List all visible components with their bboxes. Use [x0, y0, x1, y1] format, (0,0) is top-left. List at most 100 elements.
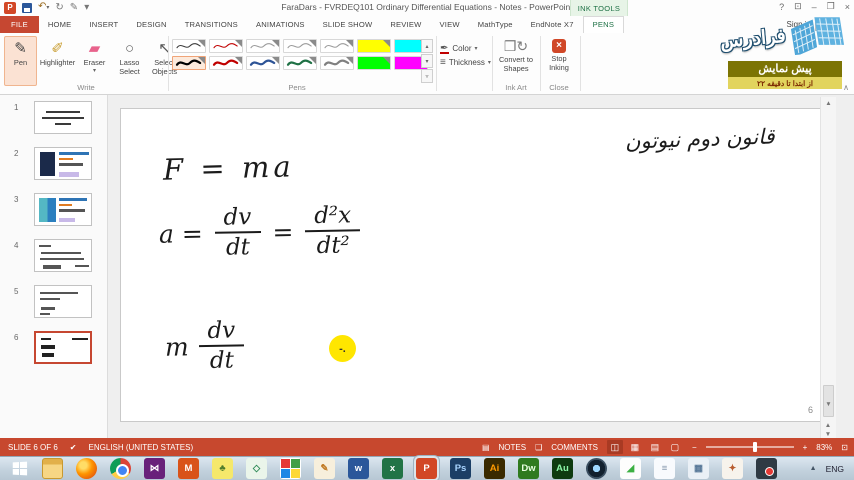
- tab-file[interactable]: FILE: [0, 16, 39, 33]
- ribbon-display-options-button[interactable]: ⊡: [794, 1, 802, 12]
- tab-view[interactable]: VIEW: [431, 16, 469, 33]
- notepad-icon[interactable]: ≡: [654, 458, 675, 479]
- tab-design[interactable]: DESIGN: [127, 16, 175, 33]
- language-indicator[interactable]: ENG: [826, 464, 844, 474]
- vertical-scrollbar[interactable]: ▲ ▼ ▲ ▼: [820, 97, 836, 438]
- comments-button[interactable]: COMMENTS: [551, 443, 598, 452]
- screen-recorder-icon[interactable]: [756, 458, 777, 479]
- paint-icon[interactable]: ✦: [722, 458, 743, 479]
- ink-equation-acceleration: a = dv dt = d²x dt²: [159, 202, 361, 261]
- slide-thumbnail-2[interactable]: 2: [0, 141, 107, 187]
- close-button[interactable]: ×: [845, 2, 850, 12]
- fit-slide-button[interactable]: ⊡: [841, 443, 848, 452]
- tab-slide-show[interactable]: SLIDE SHOW: [314, 16, 382, 33]
- tab-insert[interactable]: INSERT: [80, 16, 127, 33]
- language-status[interactable]: ENGLISH (UNITED STATES): [89, 443, 194, 452]
- next-slide-button[interactable]: ▼: [825, 431, 831, 438]
- slideshow-view-button[interactable]: ▢: [667, 440, 683, 454]
- pen-swatch[interactable]: [246, 56, 280, 70]
- gallery-up-button[interactable]: ▴: [421, 39, 433, 53]
- save-icon[interactable]: [22, 2, 32, 13]
- pen-swatch[interactable]: [246, 39, 280, 53]
- collapse-ribbon-icon[interactable]: ∧: [843, 83, 849, 92]
- notes-button[interactable]: NOTES: [499, 443, 527, 452]
- zoom-percent[interactable]: 83%: [816, 443, 832, 452]
- slide-canvas[interactable]: قانون دوم نیوتون F = ma a = dv dt = d²x …: [120, 108, 832, 422]
- show-hidden-icons-button[interactable]: ▲: [810, 465, 817, 472]
- gallery-more-button[interactable]: ▿: [421, 69, 433, 83]
- tab-pens[interactable]: PENS: [582, 16, 625, 33]
- dreamweaver-icon[interactable]: Dw: [518, 458, 539, 479]
- previous-slide-button[interactable]: ▲: [825, 422, 831, 429]
- eraser-button[interactable]: ▰ Eraser ▾: [78, 36, 111, 86]
- help-button[interactable]: ?: [779, 2, 784, 12]
- stop-inking-button[interactable]: × Stop Inking: [542, 37, 576, 89]
- matlab-icon[interactable]: M: [178, 458, 199, 479]
- pen-button[interactable]: ✎ Pen: [4, 36, 37, 86]
- pen-swatch[interactable]: [209, 39, 243, 53]
- spell-check-icon[interactable]: ✔: [70, 443, 77, 452]
- zoom-in-button[interactable]: +: [803, 443, 808, 452]
- pen-swatch[interactable]: [357, 56, 391, 70]
- scroll-up-arrow[interactable]: ▲: [821, 97, 836, 109]
- slide-sorter-view-button[interactable]: ▦: [627, 440, 643, 454]
- normal-view-button[interactable]: ◫: [606, 440, 623, 454]
- lasso-select-label: Lasso Select: [119, 58, 140, 76]
- word-icon[interactable]: w: [348, 458, 369, 479]
- firefox-icon[interactable]: [76, 458, 97, 479]
- gallery-down-button[interactable]: ▾: [421, 54, 433, 68]
- powerpoint-icon[interactable]: P: [416, 458, 437, 479]
- redo-icon[interactable]: ↻: [55, 2, 63, 14]
- calculator-icon[interactable]: ▦: [688, 458, 709, 479]
- zoom-slider[interactable]: [705, 442, 794, 452]
- chrome-icon[interactable]: [110, 458, 131, 479]
- tab-transitions[interactable]: TRANSITIONS: [176, 16, 247, 33]
- slide-thumbnail-1[interactable]: 1: [0, 95, 107, 141]
- minimize-button[interactable]: –: [812, 2, 817, 12]
- start-button[interactable]: [6, 457, 32, 480]
- lasso-select-button[interactable]: ○ Lasso Select: [113, 36, 146, 86]
- tab-animations[interactable]: ANIMATIONS: [247, 16, 314, 33]
- media-player-icon[interactable]: [586, 458, 607, 479]
- pen-swatch[interactable]: [320, 56, 354, 70]
- pen-swatch[interactable]: [320, 39, 354, 53]
- pen-swatch[interactable]: [209, 56, 243, 70]
- slide-thumbnail-6[interactable]: 6: [0, 325, 107, 371]
- tab-endnote-x7[interactable]: EndNote X7: [522, 16, 583, 33]
- photoshop-icon[interactable]: Ps: [450, 458, 471, 479]
- office-suite-icon[interactable]: [280, 458, 301, 479]
- snagit-icon[interactable]: ◢: [620, 458, 641, 479]
- color-dropdown[interactable]: ✒ Color ▾: [440, 41, 491, 55]
- reading-view-button[interactable]: ▤: [647, 440, 663, 454]
- pen-swatch[interactable]: [357, 39, 391, 53]
- tab-review[interactable]: REVIEW: [381, 16, 430, 33]
- slide-thumbnail-3[interactable]: 3: [0, 187, 107, 233]
- pen-swatch[interactable]: [172, 56, 206, 70]
- zoom-slider-handle[interactable]: [753, 442, 758, 452]
- tab-mathtype[interactable]: MathType: [469, 16, 522, 33]
- scroll-down-arrow[interactable]: ▼: [821, 398, 836, 410]
- powerpoint-window: P ↶▾ ↻ ✎ ▾ FaraDars - FVRDEQ101 Ordinary…: [0, 0, 854, 480]
- file-explorer-icon[interactable]: [42, 458, 63, 479]
- slide-thumbnail-4[interactable]: 4: [0, 233, 107, 279]
- thickness-dropdown[interactable]: ≡ Thickness ▾: [440, 55, 491, 69]
- pen-swatch[interactable]: [283, 39, 317, 53]
- pen-swatch[interactable]: [283, 56, 317, 70]
- slide-thumbnail-5[interactable]: 5: [0, 279, 107, 325]
- excel-icon[interactable]: x: [382, 458, 403, 479]
- undo-icon[interactable]: ↶▾: [38, 1, 49, 14]
- restore-button[interactable]: ❐: [827, 1, 835, 12]
- illustrator-icon[interactable]: Ai: [484, 458, 505, 479]
- customize-qat-icon[interactable]: ▾: [84, 2, 89, 14]
- start-inking-icon[interactable]: ✎: [70, 2, 78, 14]
- packet-tracer-icon[interactable]: ◇: [246, 458, 267, 479]
- audition-icon[interactable]: Au: [552, 458, 573, 479]
- highlighter-button[interactable]: ✐ Highlighter: [39, 36, 76, 86]
- zoom-out-button[interactable]: −: [692, 443, 697, 452]
- pen-swatch[interactable]: [172, 39, 206, 53]
- tab-home[interactable]: HOME: [39, 16, 81, 33]
- ink-notes-icon[interactable]: ✎: [314, 458, 335, 479]
- visual-studio-icon[interactable]: ⋈: [144, 458, 165, 479]
- convert-to-shapes-button[interactable]: ❒↻ Convert to Shapes: [496, 37, 536, 89]
- maple-icon[interactable]: ♣: [212, 458, 233, 479]
